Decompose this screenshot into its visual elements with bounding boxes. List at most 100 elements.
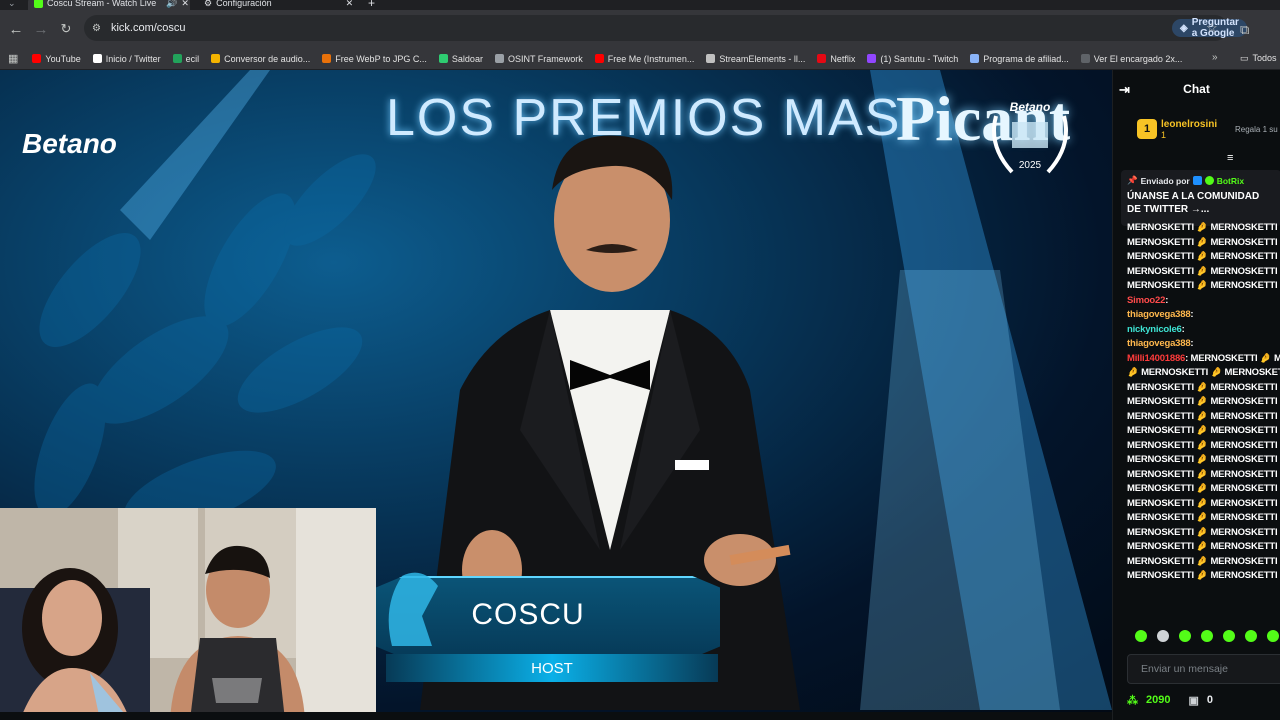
chat-message[interactable]: MERNOSKETTI 🤌 MERNOSKETTI 🤌 M <box>1127 512 1280 523</box>
emote-icon[interactable] <box>1267 630 1279 642</box>
chat-message-text: MERNOSKETTI 🤌 MERNOSKETTI 🤌 M <box>1127 381 1280 393</box>
video-player[interactable]: LOS PREMIOS MAS Picant Betano Betano 202… <box>0 70 1112 712</box>
webcam-scene <box>0 508 376 712</box>
chat-message[interactable]: MERNOSKETTI 🤌 MERNOSKETTI 🤌 M <box>1127 556 1280 567</box>
chat-username[interactable]: thiagovega388 <box>1127 309 1191 320</box>
chat-message[interactable]: Simoo22: <box>1127 295 1168 306</box>
chat-username[interactable]: thiagovega388 <box>1127 338 1191 349</box>
chat-message[interactable]: thiagovega388: <box>1127 338 1194 349</box>
chat-message[interactable]: MERNOSKETTI 🤌 MERNOSKETTI 🤌 M <box>1127 570 1280 581</box>
gifter-leaderboard[interactable]: 1 leonelrosini 1 Regala 1 su para tomar … <box>1113 108 1280 150</box>
bookmark-label: Free Me (Instrumen... <box>607 53 695 64</box>
tab-kick[interactable]: Coscu Stream - Watch Live 🔊 ✕ <box>28 0 190 10</box>
collapse-chat-icon[interactable]: ⇥ <box>1119 82 1130 98</box>
bookmarks-bar: ▦ YouTube Inicio / Twitter ecil Conversor d… <box>0 48 1280 70</box>
all-bookmarks[interactable]: ▭ Todos <box>1240 53 1277 64</box>
forward-icon[interactable]: → <box>30 18 52 40</box>
emote-icon[interactable] <box>1223 630 1235 642</box>
emote-icon[interactable] <box>1135 630 1147 642</box>
chat-message-input[interactable]: Enviar un mensaje <box>1127 654 1280 684</box>
back-icon[interactable]: ← <box>5 18 27 40</box>
pin-icon: 📌 <box>1127 175 1138 185</box>
chat-message[interactable]: MERNOSKETTI 🤌 MERNOSKETTI 🤌 M <box>1127 251 1280 262</box>
pinned-sender: BotRix <box>1216 175 1245 186</box>
chat-message[interactable]: MERNOSKETTI 🤌 MERNOSKETTI 🤌 M <box>1127 382 1280 393</box>
chat-message-text: 🤌 MERNOSKETTI 🤌 MERNOSKETTI <box>1127 367 1280 378</box>
bookmark-item[interactable]: Netflix <box>811 54 861 64</box>
bookmark-item[interactable]: Inicio / Twitter <box>87 54 167 64</box>
bookmark-label: Saldoar <box>451 53 483 64</box>
chat-message[interactable]: thiagovega388: <box>1127 309 1194 320</box>
chat-message[interactable]: nickynicole6: <box>1127 324 1185 335</box>
verified-badge-icon <box>1204 176 1214 185</box>
rank-badge: 1 <box>1137 119 1157 139</box>
chat-message-text: MERNOSKETTI 🤌 MERNOSKETTI 🤌 M <box>1127 541 1280 552</box>
chat-username[interactable]: Milli14001886 <box>1127 353 1185 364</box>
emote-icon[interactable] <box>1157 630 1169 642</box>
chat-filter-icon[interactable]: ≡ <box>1227 152 1233 164</box>
chat-message-text: : <box>1190 309 1194 320</box>
bookmark-favicon-icon <box>817 54 827 63</box>
chat-message[interactable]: MERNOSKETTI 🤌 MERNOSKETTI 🤌 M <box>1127 266 1280 277</box>
chat-message[interactable]: MERNOSKETTI 🤌 MERNOSKETTI 🤌 M <box>1127 454 1280 465</box>
chat-message[interactable]: MERNOSKETTI 🤌 MERNOSKETTI 🤌 M <box>1127 541 1280 552</box>
chat-message[interactable]: MERNOSKETTI 🤌 MERNOSKETTI 🤌 M <box>1127 440 1280 451</box>
chat-message[interactable]: MERNOSKETTI 🤌 MERNOSKETTI 🤌 M <box>1127 396 1280 407</box>
chat-title: Chat <box>1183 82 1210 96</box>
bookmark-item[interactable]: Free WebP to JPG C... <box>316 54 433 64</box>
chat-message[interactable]: MERNOSKETTI 🤌 MERNOSKETTI 🤌 M <box>1127 483 1280 494</box>
bookmark-favicon-icon <box>706 54 716 63</box>
pinned-message[interactable]: 📌 Enviado por BotRix ÚNANSE A LA COMUNID… <box>1121 170 1280 226</box>
emote-bar <box>1135 630 1279 642</box>
apps-icon[interactable]: ▦ <box>0 52 26 65</box>
chat-username[interactable]: Simoo22 <box>1127 295 1165 306</box>
bookmark-label: Netflix <box>830 53 856 64</box>
close-icon[interactable]: ✕ <box>346 0 354 9</box>
bookmark-item[interactable]: YouTube <box>26 54 86 64</box>
bookmark-label: YouTube <box>45 53 81 64</box>
close-icon[interactable]: ✕ <box>181 0 189 9</box>
speaker-icon[interactable]: 🔊 <box>166 0 177 9</box>
chat-message[interactable]: Milli14001886: MERNOSKETTI 🤌 ME <box>1127 353 1280 364</box>
address-bar[interactable]: ⚙ kick.com/coscu ◈ Preguntar a Google ☆ <box>84 15 1247 41</box>
chat-message[interactable]: MERNOSKETTI 🤌 MERNOSKETTI 🤌 M <box>1127 498 1280 509</box>
chat-message[interactable]: MERNOSKETTI 🤌 MERNOSKETTI 🤌 M <box>1127 411 1280 422</box>
bookmark-item[interactable]: Conversor de audio... <box>205 54 316 64</box>
chat-message[interactable]: 🤌 MERNOSKETTI 🤌 MERNOSKETTI <box>1127 367 1280 378</box>
chat-message[interactable]: MERNOSKETTI 🤌 MERNOSKETTI 🤌 M <box>1127 527 1280 538</box>
chat-message-text: MERNOSKETTI 🤌 MERNOSKETTI 🤌 M <box>1127 251 1280 262</box>
bookmark-favicon-icon <box>594 54 604 63</box>
chat-message-text: MERNOSKETTI 🤌 MERNOSKETTI 🤌 M <box>1127 425 1280 436</box>
reload-icon[interactable]: ↻ <box>55 18 77 40</box>
chat-message[interactable]: MERNOSKETTI 🤌 MERNOSKETTI 🤌 M <box>1127 222 1280 233</box>
bookmark-item[interactable]: (1) Santutu - Twitch <box>861 54 964 64</box>
bookmark-item[interactable]: Free Me (Instrumen... <box>589 54 701 64</box>
new-tab-icon[interactable]: + <box>368 0 375 10</box>
extensions-icon[interactable]: ⧉ <box>1240 22 1249 38</box>
chat-message[interactable]: MERNOSKETTI 🤌 MERNOSKETTI 🤌 M <box>1127 425 1280 436</box>
chat-username[interactable]: nickynicole6 <box>1127 324 1182 335</box>
bookmark-item[interactable]: Saldoar <box>433 54 489 64</box>
tab-title: Configuración <box>216 0 272 8</box>
channel-points[interactable]: 2090 <box>1146 694 1170 706</box>
bookmark-item[interactable]: ecil <box>167 54 206 64</box>
bookmark-label: Ver El encargado 2x... <box>1093 53 1183 64</box>
tab-search-icon[interactable]: ⌄ <box>8 0 16 10</box>
points-icon: ⁂ <box>1127 694 1138 707</box>
site-info-icon[interactable]: ⚙ <box>92 23 101 34</box>
other-count[interactable]: 0 <box>1207 694 1213 706</box>
emote-icon[interactable] <box>1245 630 1257 642</box>
bookmark-item[interactable]: OSINT Framework <box>489 54 589 64</box>
chat-message[interactable]: MERNOSKETTI 🤌 MERNOSKETTI 🤌 M <box>1127 280 1280 291</box>
emote-icon[interactable] <box>1179 630 1191 642</box>
chat-message[interactable]: MERNOSKETTI 🤌 MERNOSKETTI 🤌 M <box>1127 237 1280 248</box>
bookmark-item[interactable]: StreamElements - ll... <box>700 54 811 64</box>
star-icon[interactable]: ☆ <box>1206 20 1218 36</box>
tab-configuracion[interactable]: ⚙ Configuración ✕ <box>200 0 356 10</box>
chevron-right-icon[interactable]: » <box>1212 52 1218 63</box>
emote-icon[interactable] <box>1201 630 1213 642</box>
bookmark-item[interactable]: Programa de afiliad... <box>964 54 1075 64</box>
bookmark-item[interactable]: Ver El encargado 2x... <box>1075 54 1189 64</box>
chat-message-text: MERNOSKETTI 🤌 MERNOSKETTI 🤌 M <box>1127 280 1280 291</box>
chat-message[interactable]: MERNOSKETTI 🤌 MERNOSKETTI 🤌 M <box>1127 469 1280 480</box>
